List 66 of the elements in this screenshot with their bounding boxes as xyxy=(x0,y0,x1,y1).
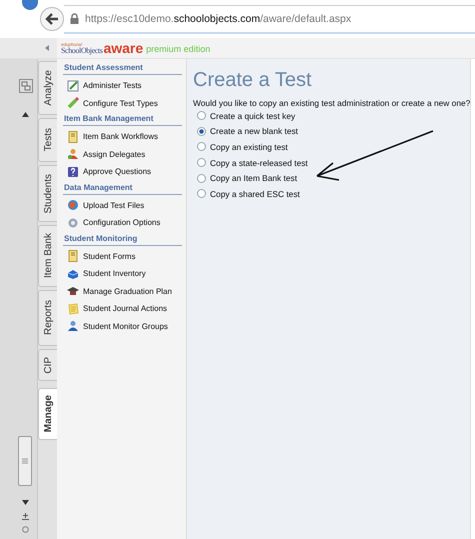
scroll-up-icon[interactable] xyxy=(22,112,29,117)
menu-item[interactable]: Assign Delegates xyxy=(63,146,182,163)
radio-button[interactable] xyxy=(197,189,206,198)
radio-button[interactable] xyxy=(197,126,206,136)
graduation-cap-icon xyxy=(67,285,79,298)
option-label[interactable]: Copy a shared ESC test xyxy=(210,188,300,199)
menu-item[interactable]: Administer Tests xyxy=(63,77,182,94)
book-icon xyxy=(67,130,79,143)
section-heading: Item Bank Management xyxy=(63,112,182,126)
page-title: Create a Test xyxy=(193,68,313,92)
menu-item[interactable]: Student Forms xyxy=(63,248,182,265)
option-label[interactable]: Create a quick test key xyxy=(210,110,296,121)
logo-text: SchoolObjects xyxy=(61,47,102,55)
radio-button[interactable] xyxy=(197,158,206,168)
scrollbar-thumb[interactable] xyxy=(18,436,32,486)
side-tab[interactable]: Students xyxy=(38,165,57,222)
books-icon xyxy=(67,268,79,280)
side-tab[interactable]: Analyze xyxy=(38,61,57,115)
option-label[interactable]: Create a new blank test xyxy=(210,126,298,136)
circle-icon[interactable] xyxy=(22,526,29,533)
menu-item[interactable]: Configure Test Types xyxy=(63,94,182,112)
menu-item[interactable]: Configuration Options xyxy=(63,214,182,232)
section-heading: Student Assessment xyxy=(63,61,182,75)
question-icon xyxy=(67,166,79,178)
side-tab[interactable]: Tests xyxy=(38,118,57,162)
browser-button[interactable] xyxy=(22,0,38,10)
radio-button[interactable] xyxy=(197,142,206,152)
url-path: /aware/default.aspx xyxy=(260,12,352,24)
option-label[interactable]: Copy an existing test xyxy=(210,142,288,152)
question-text: Would you like to copy an existing test administration or create a new one? xyxy=(193,98,470,108)
menu-item[interactable]: Student Journal Actions xyxy=(63,300,182,318)
side-tab[interactable]: Reports xyxy=(38,290,57,346)
collapse-icon[interactable] xyxy=(45,45,49,51)
side-tab[interactable]: Manage xyxy=(38,388,57,440)
people-icon xyxy=(67,148,79,160)
scroll-down-icon[interactable] xyxy=(22,500,29,505)
pin-icon[interactable] xyxy=(22,513,29,520)
note-icon xyxy=(67,302,79,315)
url-domain: schoolobjects.com xyxy=(174,12,260,24)
address-bar[interactable]: https://esc10demo.schoolobjects.com/aware/default.aspx xyxy=(64,4,475,34)
globe-icon xyxy=(67,199,79,212)
url-text: https://esc10demo. xyxy=(85,12,174,24)
menu-item[interactable]: Student Inventory xyxy=(63,265,182,282)
edition-text: premium edition xyxy=(146,44,210,55)
side-tab[interactable]: CIP xyxy=(38,349,57,381)
menu-item[interactable]: Item Bank Workflows xyxy=(63,128,182,146)
option-label[interactable]: Copy a state-released test xyxy=(210,158,308,168)
side-tab[interactable]: Item Bank xyxy=(38,225,57,287)
option-label[interactable]: Copy an Item Bank test xyxy=(210,173,298,184)
person-icon xyxy=(67,320,79,332)
pencil-icon xyxy=(67,97,79,110)
document-icon xyxy=(67,80,79,92)
book-icon xyxy=(67,250,79,262)
lock-icon xyxy=(70,13,79,24)
menu-item[interactable]: Student Monitor Groups xyxy=(63,318,182,335)
menu-item[interactable]: Manage Graduation Plan xyxy=(63,282,182,300)
back-button[interactable] xyxy=(40,7,64,31)
logo-text: aware xyxy=(103,41,144,55)
window-icon[interactable] xyxy=(19,79,33,93)
menu-item[interactable]: Upload Test Files xyxy=(63,196,182,214)
radio-button[interactable] xyxy=(197,174,206,183)
radio-button[interactable] xyxy=(197,111,206,120)
back-arrow-icon xyxy=(45,13,59,25)
section-heading: Data Management xyxy=(63,180,182,194)
section-heading: Student Monitoring xyxy=(63,232,182,246)
menu-item[interactable]: Approve Questions xyxy=(63,163,182,180)
